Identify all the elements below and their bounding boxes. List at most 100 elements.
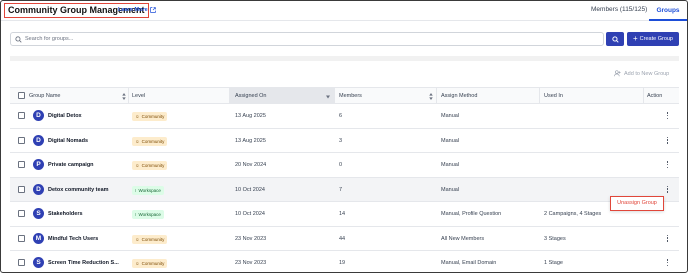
sort-desc-icon[interactable] bbox=[326, 94, 330, 101]
sort-icon[interactable] bbox=[122, 93, 126, 100]
level-label: Community bbox=[141, 261, 165, 266]
unassign-group-menu-item[interactable]: Unassign Group bbox=[610, 196, 664, 211]
assign-method: All New Members bbox=[441, 235, 485, 242]
used-in: 3 Stages bbox=[544, 235, 566, 242]
community-icon: ☺ bbox=[135, 163, 140, 168]
group-name[interactable]: Stakeholders bbox=[48, 202, 83, 226]
row-checkbox[interactable] bbox=[18, 210, 25, 217]
col-assigned-on[interactable]: Assigned On bbox=[230, 88, 334, 104]
plus-icon: + bbox=[633, 34, 638, 43]
assign-method: Manual, Profile Question bbox=[441, 211, 502, 217]
group-name[interactable]: Screen Time Reduction S... bbox=[48, 251, 119, 272]
group-avatar: P bbox=[33, 159, 44, 170]
external-link-icon bbox=[149, 7, 156, 13]
level-badge: ⁝ Workspace bbox=[132, 210, 164, 219]
row-checkbox[interactable] bbox=[18, 161, 25, 168]
table-row[interactable]: M Mindful Tech Users ☺ Community 23 Nov 2… bbox=[10, 227, 679, 251]
more-actions-icon[interactable] bbox=[666, 185, 669, 195]
table-row[interactable]: D Digital Nomads ☺ Community 13 Aug 2025 … bbox=[10, 129, 679, 153]
assign-method: Manual bbox=[441, 113, 460, 119]
column-divider bbox=[436, 88, 437, 103]
table-row[interactable]: S Stakeholders ⁝ Workspace 10 Oct 2024 14… bbox=[10, 202, 679, 227]
assign-method: Manual bbox=[441, 137, 460, 144]
table-row[interactable]: S Screen Time Reduction S... ☺ Community … bbox=[10, 251, 679, 272]
more-actions-icon[interactable] bbox=[666, 136, 669, 146]
workspace-icon: ⁝ bbox=[135, 212, 137, 217]
col-action: Action bbox=[647, 93, 663, 99]
community-icon: ☺ bbox=[135, 114, 140, 119]
row-checkbox[interactable] bbox=[18, 185, 25, 193]
tab-members[interactable]: Members (115/125) bbox=[591, 6, 647, 13]
group-name[interactable]: Digital Nomads bbox=[48, 129, 88, 153]
more-actions-icon[interactable] bbox=[666, 259, 669, 268]
group-name[interactable]: Private campaign bbox=[48, 153, 94, 177]
member-count: 44 bbox=[339, 235, 346, 242]
search-icon bbox=[611, 35, 619, 43]
workspace-icon: ⁝ bbox=[135, 187, 137, 193]
table-header: Group Name Level Assigned On Members Ass… bbox=[10, 87, 679, 104]
column-divider bbox=[128, 88, 129, 103]
group-name[interactable]: Digital Detox bbox=[48, 104, 82, 128]
assigned-on: 10 Oct 2024 bbox=[235, 186, 265, 193]
search-icon bbox=[15, 36, 22, 43]
col-level[interactable]: Level bbox=[132, 88, 145, 104]
col-assign-method[interactable]: Assign Method bbox=[441, 88, 477, 104]
level-badge: ☺ Community bbox=[132, 161, 168, 170]
community-icon: ☺ bbox=[135, 261, 140, 266]
search-input[interactable] bbox=[25, 33, 585, 45]
community-icon: ☺ bbox=[135, 236, 140, 242]
level-badge: ⁝ Workspace bbox=[132, 185, 164, 195]
more-actions-icon[interactable] bbox=[666, 161, 669, 170]
col-group-name[interactable]: Group Name bbox=[29, 88, 61, 104]
col-members[interactable]: Members bbox=[339, 88, 362, 104]
learn-more-link[interactable]: Learn More bbox=[118, 7, 156, 13]
level-label: Community bbox=[141, 163, 165, 168]
member-count: 0 bbox=[339, 162, 343, 168]
used-in: 2 Campaigns, 4 Stages bbox=[544, 211, 602, 217]
group-avatar: S bbox=[33, 208, 44, 219]
level-label: Workspace bbox=[138, 212, 161, 217]
level-badge: ☺ Community bbox=[132, 234, 168, 244]
row-checkbox[interactable] bbox=[18, 234, 25, 242]
app-window: Community Group Management Learn More Me… bbox=[0, 0, 688, 273]
level-label: Community bbox=[141, 236, 165, 242]
add-to-new-group-button[interactable]: Add to New Group bbox=[614, 70, 669, 77]
row-checkbox[interactable] bbox=[18, 112, 25, 119]
table-row[interactable]: D Detox community team ⁝ Workspace 10 Oct… bbox=[10, 177, 679, 202]
assigned-on: 23 Nov 2023 bbox=[235, 260, 267, 266]
col-used-in[interactable]: Used In bbox=[544, 88, 563, 104]
level-label: Workspace bbox=[138, 187, 161, 193]
sort-icon[interactable] bbox=[429, 93, 433, 100]
level-label: Community bbox=[141, 114, 165, 119]
more-actions-icon[interactable] bbox=[666, 112, 669, 121]
create-group-label: Create Group bbox=[639, 36, 673, 42]
group-name[interactable]: Detox community team bbox=[48, 178, 109, 202]
member-count: 6 bbox=[339, 113, 343, 119]
add-to-new-group-label: Add to New Group bbox=[624, 70, 670, 77]
level-label: Community bbox=[141, 138, 165, 144]
create-group-button[interactable]: + Create Group bbox=[627, 32, 679, 46]
community-icon: ☺ bbox=[135, 138, 140, 144]
row-checkbox[interactable] bbox=[18, 259, 25, 266]
group-name[interactable]: Mindful Tech Users bbox=[48, 227, 98, 251]
search-button[interactable] bbox=[606, 32, 624, 46]
table-row[interactable]: P Private campaign ☺ Community 20 Nov 202… bbox=[10, 153, 679, 178]
assigned-on: 13 Aug 2025 bbox=[235, 113, 266, 119]
row-checkbox[interactable] bbox=[18, 136, 25, 144]
tab-groups[interactable]: Groups bbox=[649, 1, 687, 21]
group-avatar: D bbox=[33, 183, 44, 195]
assigned-on: 10 Oct 2024 bbox=[235, 211, 265, 217]
select-all-checkbox[interactable] bbox=[18, 92, 25, 99]
column-divider bbox=[539, 88, 540, 103]
search-bar bbox=[10, 32, 604, 46]
more-actions-icon[interactable] bbox=[666, 234, 669, 244]
divider-strip bbox=[10, 56, 679, 61]
assigned-on: 23 Nov 2023 bbox=[235, 235, 267, 242]
assign-method: Manual bbox=[441, 162, 460, 168]
used-in: 1 Stage bbox=[544, 260, 563, 266]
member-count: 14 bbox=[339, 211, 346, 217]
table-row[interactable]: D Digital Detox ☺ Community 13 Aug 2025 6… bbox=[10, 104, 679, 129]
level-badge: ☺ Community bbox=[132, 136, 168, 146]
group-avatar: M bbox=[33, 232, 44, 244]
column-divider bbox=[334, 88, 335, 103]
